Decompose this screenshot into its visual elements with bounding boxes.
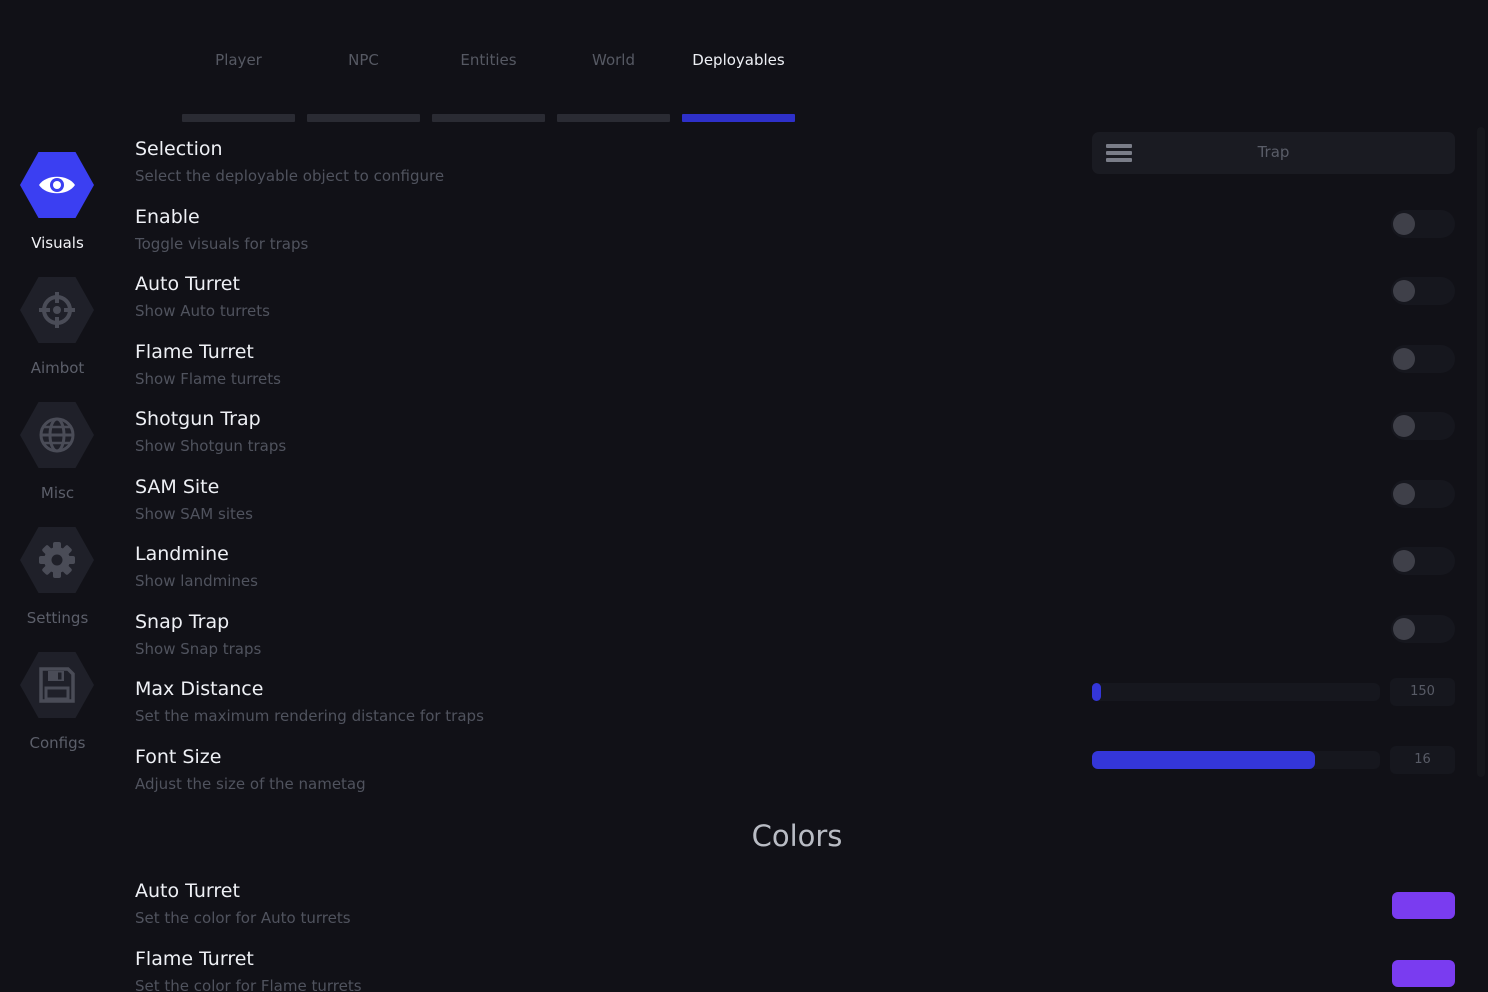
save-icon	[20, 652, 94, 718]
sidebar-item-aimbot[interactable]: Aimbot	[0, 277, 115, 397]
setting-row-sam-site: SAM Site Show SAM sites	[135, 476, 1455, 534]
setting-description: Toggle visuals for traps	[135, 235, 309, 253]
sam-site-toggle[interactable]	[1391, 480, 1455, 508]
sidebar-item-misc[interactable]: Misc	[0, 402, 115, 522]
setting-description: Select the deployable object to configur…	[135, 167, 445, 185]
setting-row-flame-turret: Flame Turret Show Flame turrets	[135, 341, 1455, 399]
tab-entities[interactable]: Entities	[432, 46, 545, 122]
slider-fill	[1092, 751, 1316, 769]
tab-deployables[interactable]: Deployables	[682, 46, 795, 122]
font-size-slider[interactable]	[1092, 751, 1380, 769]
setting-description: Set the color for Flame turrets	[135, 977, 362, 992]
setting-description: Show SAM sites	[135, 505, 253, 523]
setting-title: Shotgun Trap	[135, 408, 261, 430]
section-heading-colors: Colors	[751, 819, 843, 853]
sidebar-item-settings[interactable]: Settings	[0, 527, 115, 647]
setting-title: Snap Trap	[135, 611, 230, 633]
sidebar-item-label: Aimbot	[30, 359, 85, 377]
color-row-flame-turret: Flame Turret Set the color for Flame tur…	[135, 948, 1455, 992]
tab-npc[interactable]: NPC	[307, 46, 420, 122]
sidebar: Visuals Aimbot Misc Settings Configs	[0, 0, 115, 992]
setting-description: Show Shotgun traps	[135, 437, 287, 455]
landmine-toggle[interactable]	[1391, 547, 1455, 575]
auto-turret-toggle[interactable]	[1391, 277, 1455, 305]
sidebar-item-label: Misc	[40, 484, 75, 502]
gear-icon	[20, 527, 94, 593]
setting-title: Enable	[135, 206, 200, 228]
sidebar-item-label: Configs	[29, 734, 86, 752]
slider-fill	[1092, 683, 1101, 701]
sidebar-item-label: Visuals	[31, 234, 84, 252]
setting-title: Auto Turret	[135, 880, 240, 902]
crosshair-icon	[20, 277, 94, 343]
selection-value: Trap	[1257, 143, 1290, 161]
setting-title: Selection	[135, 138, 223, 160]
setting-row-enable: Enable Toggle visuals for traps	[135, 206, 1455, 264]
setting-description: Show landmines	[135, 572, 258, 590]
flame-turret-toggle[interactable]	[1391, 345, 1455, 373]
tab-world[interactable]: World	[557, 46, 670, 122]
setting-row-selection: Selection Select the deployable object t…	[135, 132, 1455, 196]
setting-row-shotgun-trap: Shotgun Trap Show Shotgun traps	[135, 408, 1455, 466]
setting-description: Show Snap traps	[135, 640, 262, 658]
snap-trap-toggle[interactable]	[1391, 615, 1455, 643]
setting-description: Show Flame turrets	[135, 370, 281, 388]
setting-row-auto-turret: Auto Turret Show Auto turrets	[135, 273, 1455, 331]
globe-icon	[20, 402, 94, 468]
selection-dropdown[interactable]: Trap	[1092, 132, 1455, 174]
max-distance-slider[interactable]	[1092, 683, 1380, 701]
setting-row-font-size: Font Size Adjust the size of the nametag…	[135, 746, 1455, 804]
setting-title: Flame Turret	[135, 948, 254, 970]
flame-turret-color-swatch[interactable]	[1392, 960, 1455, 987]
setting-description: Adjust the size of the nametag	[135, 775, 366, 793]
setting-title: SAM Site	[135, 476, 220, 498]
color-row-auto-turret: Auto Turret Set the color for Auto turre…	[135, 880, 1455, 938]
enable-toggle[interactable]	[1391, 210, 1455, 238]
app-window: Visuals Aimbot Misc Settings Configs Pla…	[0, 0, 1488, 992]
setting-title: Flame Turret	[135, 341, 254, 363]
setting-description: Set the maximum rendering distance for t…	[135, 707, 484, 725]
setting-title: Max Distance	[135, 678, 264, 700]
setting-row-snap-trap: Snap Trap Show Snap traps	[135, 611, 1455, 669]
scrollbar[interactable]	[1477, 127, 1485, 777]
setting-title: Font Size	[135, 746, 222, 768]
auto-turret-color-swatch[interactable]	[1392, 892, 1455, 919]
setting-description: Show Auto turrets	[135, 302, 270, 320]
setting-description: Set the color for Auto turrets	[135, 909, 351, 927]
sidebar-item-configs[interactable]: Configs	[0, 652, 115, 772]
setting-title: Auto Turret	[135, 273, 240, 295]
setting-row-landmine: Landmine Show landmines	[135, 543, 1455, 601]
sidebar-item-visuals[interactable]: Visuals	[0, 152, 115, 272]
shotgun-trap-toggle[interactable]	[1391, 412, 1455, 440]
setting-row-max-distance: Max Distance Set the maximum rendering d…	[135, 678, 1455, 736]
max-distance-value[interactable]: 150	[1390, 678, 1455, 706]
setting-title: Landmine	[135, 543, 229, 565]
tab-player[interactable]: Player	[182, 46, 295, 122]
font-size-value[interactable]: 16	[1390, 746, 1455, 774]
eye-icon	[20, 152, 94, 218]
sidebar-item-label: Settings	[26, 609, 89, 627]
